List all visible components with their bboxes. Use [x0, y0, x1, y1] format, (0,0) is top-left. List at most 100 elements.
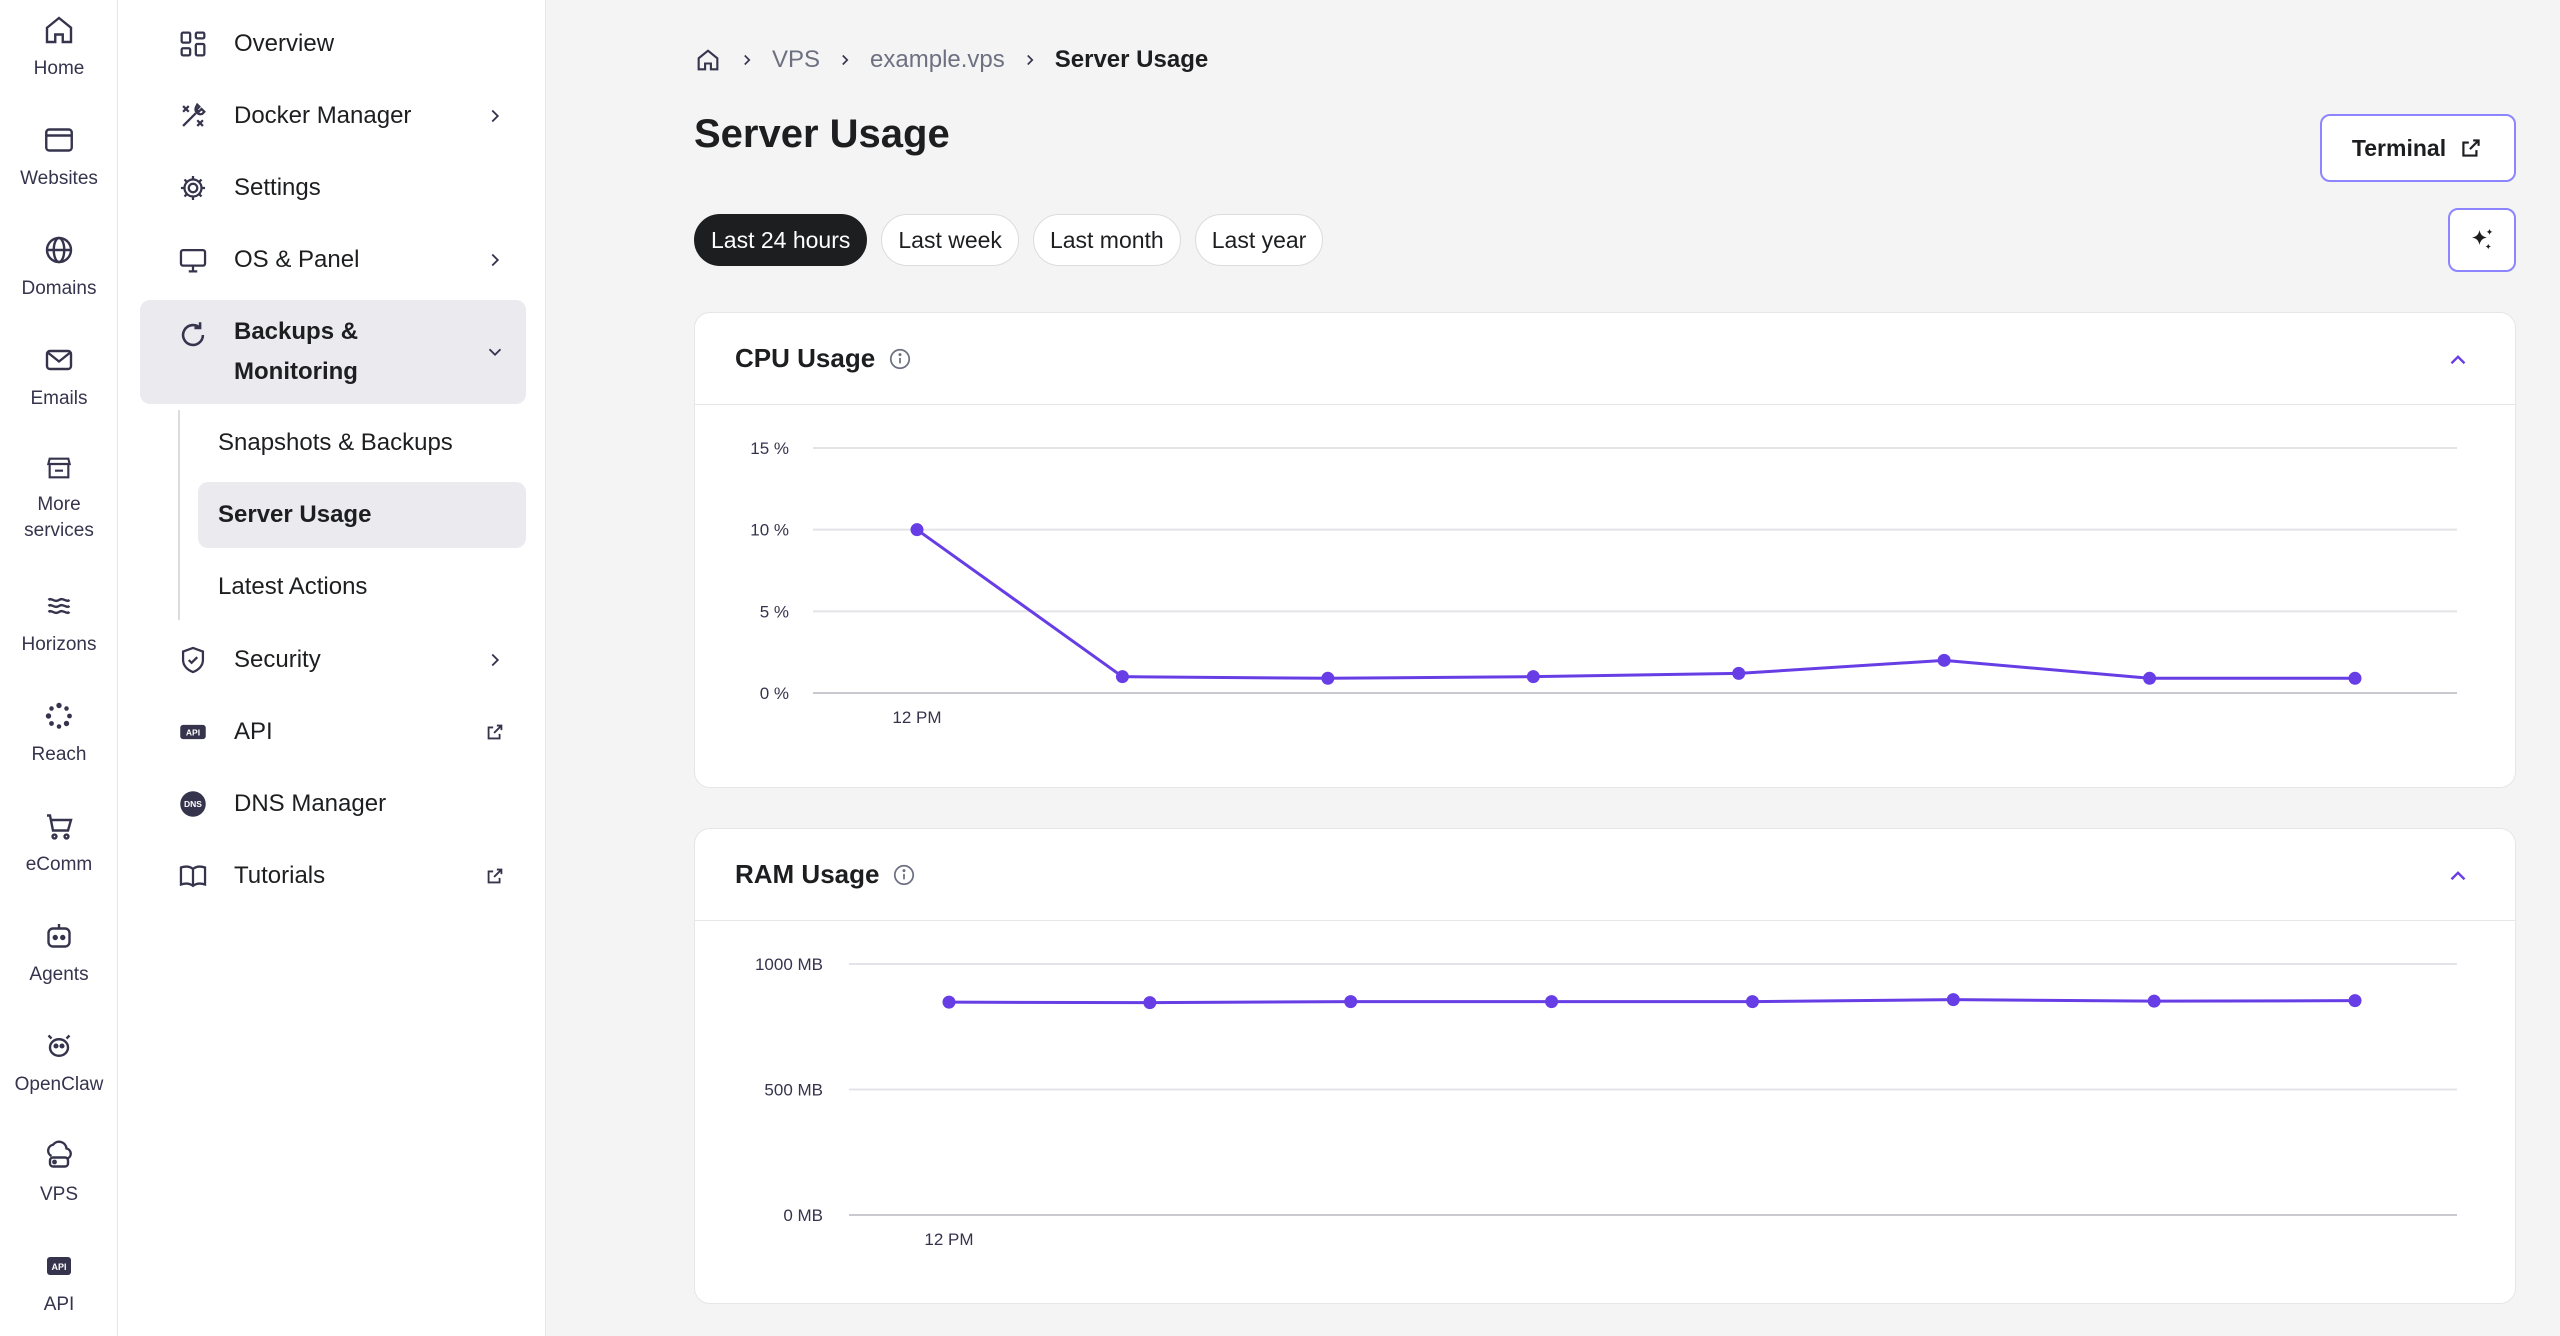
chevron-up-icon[interactable] — [2445, 347, 2471, 373]
sidebar-item-os-panel[interactable]: OS & Panel — [140, 226, 526, 294]
ram-usage-card: RAM Usage 0 MB 500 MB 1000 MB 12 PM — [694, 828, 2516, 1304]
data-point[interactable] — [910, 523, 924, 537]
series-line — [948, 998, 2356, 1005]
data-point[interactable] — [1745, 995, 1759, 1009]
cloud-server-icon — [47, 1140, 72, 1168]
sidebar-item-overview[interactable]: Overview — [140, 10, 526, 78]
rail-item-ecomm[interactable]: eComm — [0, 800, 118, 900]
sidebar-item-docker-manager[interactable]: Docker Manager — [140, 82, 526, 150]
y-tick-label: 5 % — [760, 602, 789, 621]
rail-label: API — [43, 1294, 75, 1315]
chevron-up-icon[interactable] — [2445, 863, 2471, 889]
breadcrumb-current: Server Usage — [1054, 46, 1209, 73]
rail-label: More services — [24, 494, 94, 541]
data-point[interactable] — [1321, 671, 1335, 685]
filter-last-24-hours[interactable]: Last 24 hours — [694, 214, 868, 266]
sidebar-subitem-server-usage[interactable]: Server Usage — [198, 482, 526, 548]
sidebar-item-label: Tutorials — [234, 862, 326, 889]
envelope-icon — [45, 349, 73, 371]
cart-icon — [47, 814, 73, 840]
sidebar-subitem-label: Latest Actions — [218, 573, 368, 600]
rail-label: Emails — [30, 388, 88, 409]
sidebar-item-backups-monitoring[interactable]: Backups & Monitoring — [140, 300, 526, 404]
data-point[interactable] — [1732, 666, 1746, 680]
x-tick-label: 12 PM — [892, 708, 941, 727]
info-icon[interactable] — [887, 346, 913, 372]
sidebar-subitem-snapshots-backups[interactable]: Snapshots & Backups — [198, 410, 526, 476]
rail-item-reach[interactable]: Reach — [0, 690, 118, 790]
sidebar-item-api[interactable]: API API — [140, 698, 526, 766]
waves-icon — [47, 597, 71, 615]
filter-last-week[interactable]: Last week — [881, 214, 1019, 266]
data-point[interactable] — [942, 995, 956, 1009]
api-badge-icon: API — [180, 724, 206, 740]
rail-item-openclaw[interactable]: OpenClaw — [0, 1020, 118, 1120]
data-point[interactable] — [1344, 995, 1358, 1009]
svg-text:API: API — [186, 727, 200, 737]
data-point[interactable] — [1115, 670, 1129, 684]
rail-item-domains[interactable]: Domains — [0, 224, 118, 324]
home-icon — [45, 16, 73, 44]
external-link-icon — [487, 724, 503, 740]
info-icon[interactable] — [891, 862, 917, 888]
y-tick-label: 1000 MB — [755, 955, 823, 974]
secondary-sidebar: Overview Docker Manager Settings OS & Pa… — [118, 0, 546, 1336]
globe-icon — [45, 236, 73, 264]
data-point[interactable] — [2348, 671, 2362, 685]
chevron-right-icon — [491, 253, 500, 267]
data-point[interactable] — [2348, 994, 2362, 1008]
monitor-icon — [179, 248, 207, 273]
rail-item-home[interactable]: Home — [0, 4, 118, 104]
rail-item-more-services[interactable]: More services — [0, 444, 118, 544]
sidebar-item-security[interactable]: Security — [140, 626, 526, 694]
terminal-button[interactable]: Terminal — [2320, 114, 2516, 182]
external-link-icon — [487, 868, 503, 884]
sidebar-item-settings[interactable]: Settings — [140, 154, 526, 222]
sidebar-item-label: OS & Panel — [234, 246, 360, 273]
breadcrumb-link-server[interactable]: example.vps — [870, 46, 1005, 74]
sidebar-item-label: Overview — [234, 30, 335, 57]
rail-item-api[interactable]: API API — [0, 1240, 118, 1336]
rail-item-horizons[interactable]: Horizons — [0, 580, 118, 680]
data-point[interactable] — [2147, 994, 2161, 1008]
data-point[interactable] — [1545, 995, 1559, 1009]
y-tick-label: 0 MB — [783, 1206, 823, 1225]
data-point[interactable] — [2143, 671, 2157, 685]
data-point[interactable] — [1143, 996, 1157, 1010]
data-point[interactable] — [1526, 670, 1540, 684]
reach-icon — [45, 702, 72, 729]
data-point[interactable] — [1937, 653, 1951, 667]
rail-item-emails[interactable]: Emails — [0, 334, 118, 434]
openclaw-icon — [47, 1034, 71, 1057]
rail-label: Agents — [29, 964, 89, 985]
page-title: Server Usage — [694, 112, 950, 156]
filter-last-month[interactable]: Last month — [1032, 214, 1181, 266]
rail-label: Horizons — [21, 634, 97, 655]
breadcrumb-link-vps[interactable]: VPS — [772, 46, 820, 74]
sidebar-item-label: Settings — [234, 174, 321, 201]
rail-label: OpenClaw — [14, 1074, 104, 1095]
sidebar-item-dns-manager[interactable]: DNS DNS Manager — [140, 770, 526, 838]
grid-icon — [180, 31, 206, 57]
book-icon — [179, 865, 207, 888]
api-icon: API — [47, 1257, 71, 1275]
svg-text:API: API — [51, 1262, 66, 1272]
rail-item-vps[interactable]: VPS — [0, 1130, 118, 1230]
data-point[interactable] — [1946, 993, 1960, 1007]
sidebar-subitem-label: Snapshots & Backups — [218, 429, 453, 456]
sidebar-subitem-latest-actions[interactable]: Latest Actions — [198, 554, 526, 620]
sidebar-item-tutorials[interactable]: Tutorials — [140, 842, 526, 910]
home-icon[interactable] — [694, 46, 722, 74]
ai-assistant-button[interactable] — [2448, 208, 2516, 272]
chevron-down-icon — [488, 348, 502, 357]
browser-window-icon — [45, 128, 73, 152]
store-icon — [46, 457, 72, 479]
card-header: RAM Usage — [695, 829, 2515, 921]
rail-item-websites[interactable]: Websites — [0, 114, 118, 214]
card-header: CPU Usage — [695, 313, 2515, 405]
card-title: RAM Usage — [735, 859, 880, 889]
rail-item-agents[interactable]: Agents — [0, 910, 118, 1010]
time-range-filters: Last 24 hours Last week Last month Last … — [694, 214, 1324, 266]
sidebar-item-label: API — [234, 718, 273, 745]
filter-last-year[interactable]: Last year — [1194, 214, 1324, 266]
